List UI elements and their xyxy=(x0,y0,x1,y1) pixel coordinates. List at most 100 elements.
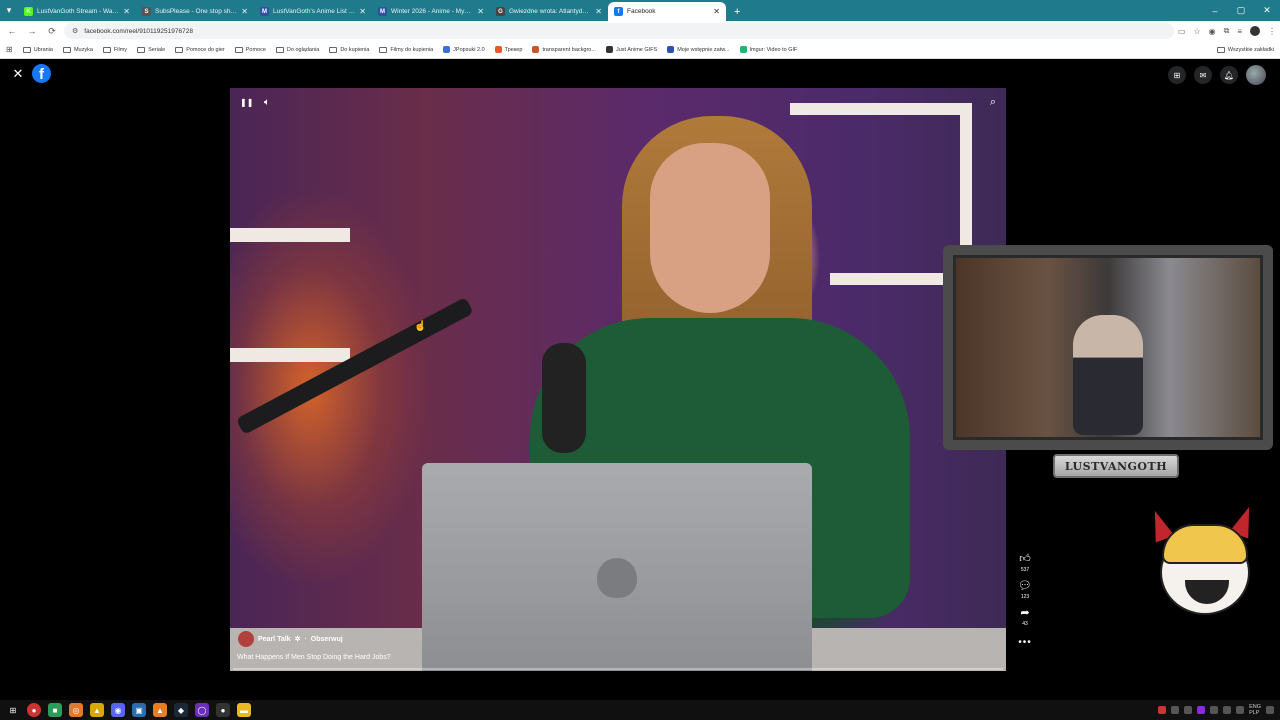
steam-icon[interactable]: ◆ xyxy=(174,703,188,717)
close-icon[interactable]: ✕ xyxy=(10,66,26,82)
tray-icon[interactable] xyxy=(1197,706,1206,714)
site-info-icon[interactable]: ⚙ xyxy=(72,27,78,35)
bookmark-item[interactable]: Трекер xyxy=(494,46,522,53)
bookmark-item[interactable]: Filmy do kupienia xyxy=(379,46,433,53)
forward-icon[interactable]: → xyxy=(24,23,40,39)
tab-close-icon[interactable]: ✕ xyxy=(359,7,366,16)
author-avatar[interactable] xyxy=(238,631,254,647)
tray-icon[interactable] xyxy=(1210,706,1219,714)
bell-icon[interactable]: 🔔︎ xyxy=(1220,66,1238,84)
notification-icon[interactable] xyxy=(1266,706,1274,714)
discord-icon[interactable]: ◉ xyxy=(111,703,125,717)
tab-close-icon[interactable]: ✕ xyxy=(713,7,720,16)
cast-icon[interactable]: ▭ xyxy=(1178,27,1186,36)
comment-icon[interactable]: 💬︎ xyxy=(1018,579,1032,592)
app-icon[interactable]: ▲ xyxy=(90,703,104,717)
tab-title: LustVanGoth's Anime List - My xyxy=(273,8,356,15)
reload-icon[interactable]: ⟳ xyxy=(44,23,60,39)
start-icon[interactable]: ⊞ xyxy=(6,703,20,717)
tray-icon[interactable] xyxy=(1184,706,1193,714)
app-icon[interactable]: ■ xyxy=(48,703,62,717)
bookmark-item[interactable]: Ubrania xyxy=(22,46,53,53)
chrome-icon[interactable]: ● xyxy=(27,703,41,717)
like-action[interactable]: 👍︎ 537 xyxy=(1019,552,1031,573)
folder-icon xyxy=(137,46,146,53)
extension-icon[interactable]: ◉ xyxy=(1209,27,1216,36)
app-icon[interactable]: ◯ xyxy=(195,703,209,717)
browser-tab[interactable]: G Gwiezdne wrota: Atlantyda / St ✕ xyxy=(490,2,608,21)
app-icon[interactable]: ▣ xyxy=(132,703,146,717)
tab-search-icon[interactable]: ▾ xyxy=(0,0,18,21)
tab-close-icon[interactable]: ✕ xyxy=(595,7,602,16)
reel-video[interactable]: ❚❚ 🔈︎ ⌕ ☝ Pearl Talk ✲ · Obserwuj What H… xyxy=(230,88,1006,671)
apple-logo-icon xyxy=(597,558,637,598)
progress-bar[interactable] xyxy=(233,668,1003,670)
tray-icon[interactable] xyxy=(1158,706,1167,714)
back-icon[interactable]: ← xyxy=(4,23,20,39)
tray-icon[interactable] xyxy=(1171,706,1180,714)
browser-tab[interactable]: S SubsPlease - One stop shop fo ✕ xyxy=(136,2,254,21)
browser-tab[interactable]: f Facebook ✕ xyxy=(608,2,726,21)
facebook-logo[interactable]: f xyxy=(32,64,51,83)
more-options-icon[interactable]: ••• xyxy=(1018,637,1032,648)
apps-grid-icon[interactable]: ⊞ xyxy=(6,45,13,54)
volume-tray-icon[interactable] xyxy=(1236,706,1245,714)
all-bookmarks[interactable]: Wszystkie zakładki xyxy=(1216,46,1274,53)
wifi-icon[interactable] xyxy=(1223,706,1232,714)
account-avatar[interactable] xyxy=(1246,65,1266,85)
tab-close-icon[interactable]: ✕ xyxy=(477,7,484,16)
bookmark-item[interactable]: JPopsuki 2.0 xyxy=(443,46,485,53)
media-icon[interactable]: ≡ xyxy=(1237,27,1242,36)
tab-close-icon[interactable]: ✕ xyxy=(241,7,248,16)
share-icon[interactable]: ➦ xyxy=(1020,606,1029,619)
bookmark-item[interactable]: Imgur: Video to GIF xyxy=(739,46,797,53)
bookmark-favicon-icon xyxy=(443,46,451,53)
bookmark-item[interactable]: Seriale xyxy=(137,46,165,53)
bookmark-item[interactable]: Do oglądania xyxy=(275,46,319,53)
bookmark-item[interactable]: Pomoce do gier xyxy=(175,46,225,53)
browser-tab[interactable]: M Winter 2026 - Anime - MyAnim ✕ xyxy=(372,2,490,21)
address-bar[interactable]: ⚙ facebook.com/reel/910119251976728 xyxy=(64,23,1174,39)
more-action[interactable]: ••• xyxy=(1018,633,1032,648)
pause-icon[interactable]: ❚❚ xyxy=(240,98,253,107)
bookmark-item[interactable]: Moje wstępnie zatw... xyxy=(667,46,730,53)
vlc-icon[interactable]: ▲ xyxy=(153,703,167,717)
profile-avatar[interactable] xyxy=(1250,26,1260,36)
comment-count: 123 xyxy=(1020,594,1030,600)
tab-close-icon[interactable]: ✕ xyxy=(123,7,130,16)
search-icon[interactable]: ⌕ xyxy=(990,96,996,109)
file-explorer-icon[interactable]: ▬ xyxy=(237,703,251,717)
minimize-icon[interactable]: – xyxy=(1202,0,1228,21)
bookmarks-bar: ⊞ Ubrania Muzyka Filmy Seriale Pomoce do gie… xyxy=(0,41,1280,59)
tab-favicon-icon: S xyxy=(142,7,151,16)
bookmark-item[interactable]: transparent backgro... xyxy=(532,46,596,53)
fb-top-nav: ⊞ ✉ 🔔︎ xyxy=(1168,65,1266,85)
share-action[interactable]: ➦ 43 xyxy=(1020,606,1029,627)
bookmark-item[interactable]: Pomoce xyxy=(234,46,266,53)
comment-action[interactable]: 💬︎ 123 xyxy=(1018,579,1032,600)
microphone xyxy=(542,343,586,453)
new-tab-button[interactable]: + xyxy=(726,2,748,21)
messenger-icon[interactable]: ✉ xyxy=(1194,66,1212,84)
extensions-puzzle-icon[interactable]: ⧉ xyxy=(1224,26,1230,36)
grid-menu-icon[interactable]: ⊞ xyxy=(1168,66,1186,84)
chrome-menu-icon[interactable]: ⋮ xyxy=(1268,27,1276,36)
maximize-icon[interactable]: ▢ xyxy=(1228,0,1254,21)
bookmark-item[interactable]: Just Anime GIFS xyxy=(605,46,657,53)
reel-author[interactable]: Pearl Talk ✲ · Obserwuj xyxy=(238,631,343,647)
browser-tab[interactable]: M LustVanGoth's Anime List - My ✕ xyxy=(254,2,372,21)
browser-icon[interactable]: ◎ xyxy=(69,703,83,717)
bookmark-item[interactable]: Do kupienia xyxy=(329,46,369,53)
bookmark-item[interactable]: Filmy xyxy=(102,46,127,53)
like-icon[interactable]: 👍︎ xyxy=(1019,552,1031,565)
separator-dot: · xyxy=(304,635,307,643)
language-indicator[interactable]: ENG PLP xyxy=(1249,704,1261,716)
author-name[interactable]: Pearl Talk xyxy=(258,636,291,643)
browser-tab[interactable]: K LustVanGoth Stream - Watch L ✕ xyxy=(18,2,136,21)
bookmark-star-icon[interactable]: ☆ xyxy=(1193,27,1200,36)
volume-icon[interactable]: 🔈︎ xyxy=(264,97,270,108)
follow-button[interactable]: Obserwuj xyxy=(311,636,343,643)
bookmark-item[interactable]: Muzyka xyxy=(62,46,93,53)
close-window-icon[interactable]: ✕ xyxy=(1254,0,1280,21)
obs-icon[interactable]: ● xyxy=(216,703,230,717)
